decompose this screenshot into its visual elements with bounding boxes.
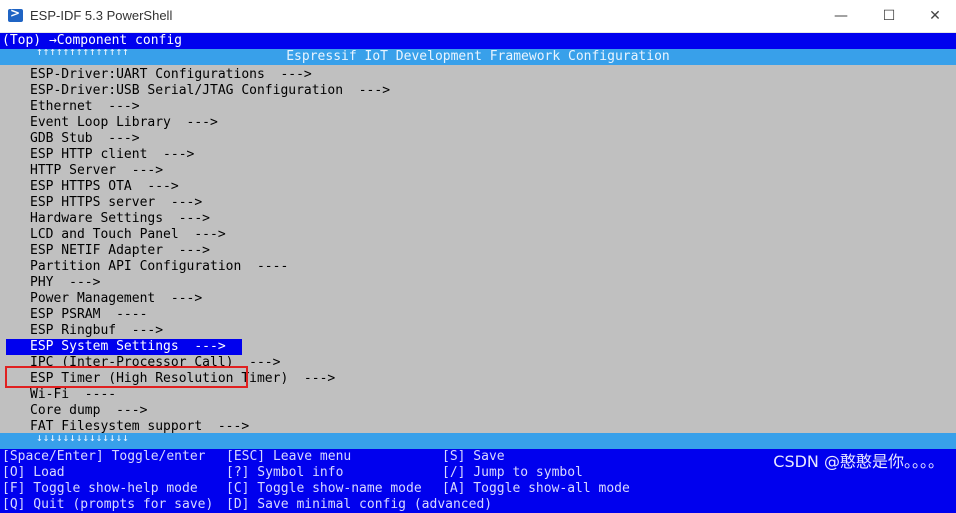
help-toggle-enter: [Space/Enter] Toggle/enter — [2, 449, 206, 464]
terminal[interactable]: (Top) →Component config Espressif IoT De… — [0, 33, 956, 512]
menu-item[interactable]: ESP Ringbuf ---> — [30, 323, 163, 339]
menu-item[interactable]: Event Loop Library ---> — [30, 115, 218, 131]
help-show-all: [A] Toggle show-all mode — [442, 481, 630, 496]
menu-item[interactable]: Power Management ---> — [30, 291, 202, 307]
close-button[interactable]: ✕ — [912, 0, 956, 32]
menu-item[interactable]: IPC (Inter-Processor Call) ---> — [30, 355, 280, 371]
menu-item[interactable]: Hardware Settings ---> — [30, 211, 210, 227]
menu-item[interactable]: PHY ---> — [30, 275, 100, 291]
menu-item[interactable]: GDB Stub ---> — [30, 131, 140, 147]
maximize-button[interactable]: ☐ — [866, 0, 912, 32]
help-show-name: [C] Toggle show-name mode — [226, 481, 422, 496]
menu-item[interactable]: ESP-Driver:USB Serial/JTAG Configuration… — [30, 83, 390, 99]
title-bar: ESP-IDF 5.3 PowerShell — ☐ ✕ — [0, 0, 956, 33]
help-quit: [Q] Quit (prompts for save) — [2, 497, 214, 512]
scroll-up-indicator: ↑↑↑↑↑↑↑↑↑↑↑↑↑↑ — [36, 45, 129, 58]
help-symbol-info: [?] Symbol info — [226, 465, 344, 480]
menu-item[interactable]: Ethernet ---> — [30, 99, 140, 115]
help-save-minimal: [D] Save minimal config (advanced) — [226, 497, 493, 512]
scroll-down-indicator: ↓↓↓↓↓↓↓↓↓↓↓↓↓↓ — [36, 431, 129, 444]
menu-item[interactable]: ESP HTTP client ---> — [30, 147, 194, 163]
window-title: ESP-IDF 5.3 PowerShell — [30, 8, 173, 23]
help-load: [O] Load — [2, 465, 65, 480]
menu-item[interactable]: Wi-Fi ---- — [30, 387, 116, 403]
menu-item[interactable]: ESP-Driver:UART Configurations ---> — [30, 67, 312, 83]
menu-item[interactable]: HTTP Server ---> — [30, 163, 163, 179]
menu-item[interactable]: Partition API Configuration ---- — [30, 259, 288, 275]
help-show-help: [F] Toggle show-help mode — [2, 481, 198, 496]
minimize-button[interactable]: — — [818, 0, 864, 32]
help-leave-menu: [ESC] Leave menu — [226, 449, 352, 464]
menu-item[interactable]: ESP HTTPS OTA ---> — [30, 179, 179, 195]
frame-title: Espressif IoT Development Framework Conf… — [286, 49, 670, 64]
menu-item[interactable]: ESP Timer (High Resolution Timer) ---> — [30, 371, 335, 387]
menu-item[interactable]: ESP HTTPS server ---> — [30, 195, 202, 211]
menu-item[interactable]: Core dump ---> — [30, 403, 147, 419]
frame-bottom-border — [0, 433, 956, 449]
help-jump-symbol: [/] Jump to symbol — [442, 465, 583, 480]
powershell-icon — [8, 6, 23, 22]
help-save: [S] Save — [442, 449, 505, 464]
menu-item[interactable]: LCD and Touch Panel ---> — [30, 227, 226, 243]
menu-item-selected[interactable]: ESP System Settings ---> — [6, 339, 242, 355]
menu-item[interactable]: ESP NETIF Adapter ---> — [30, 243, 210, 259]
menu-list: ESP-Driver:UART Configurations ---> ESP-D… — [0, 65, 956, 434]
menu-item[interactable]: ESP PSRAM ---- — [30, 307, 147, 323]
watermark: CSDN @憨憨是你。。。。 — [773, 452, 944, 471]
